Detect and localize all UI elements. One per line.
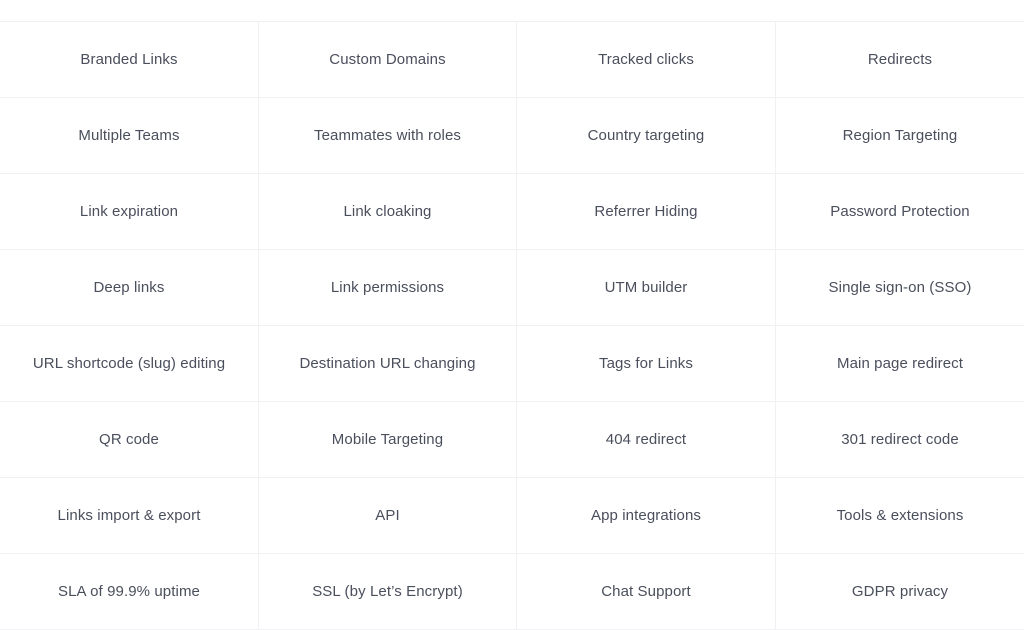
feature-cell: Branded Links: [0, 22, 259, 98]
feature-cell: SSL (by Let’s Encrypt): [259, 554, 517, 630]
feature-cell: Link expiration: [0, 174, 259, 250]
feature-label: Deep links: [93, 278, 165, 296]
feature-label: SLA of 99.9% uptime: [58, 582, 200, 600]
feature-cell: Tools & extensions: [776, 478, 1024, 554]
feature-label: QR code: [99, 430, 159, 448]
feature-label: Redirects: [867, 50, 933, 68]
feature-label: Branded Links: [80, 50, 178, 68]
feature-label: Chat Support: [601, 582, 691, 600]
feature-cell: Mobile Targeting: [259, 402, 517, 478]
feature-cell: Tags for Links: [517, 326, 776, 402]
feature-cell: SLA of 99.9% uptime: [0, 554, 259, 630]
feature-label: Main page redirect: [836, 354, 964, 372]
feature-label: Teammates with roles: [313, 126, 462, 144]
feature-cell: Custom Domains: [259, 22, 517, 98]
feature-label: SSL (by Let’s Encrypt): [312, 582, 463, 600]
feature-cell: Password Protection: [776, 174, 1024, 250]
feature-label: Link permissions: [330, 278, 445, 296]
feature-label: Single sign-on (SSO): [828, 278, 972, 296]
feature-label: Link cloaking: [343, 202, 432, 220]
feature-label: 301 redirect code: [841, 430, 959, 448]
feature-cell: 301 redirect code: [776, 402, 1024, 478]
feature-label: API: [375, 506, 400, 524]
feature-cell: QR code: [0, 402, 259, 478]
feature-cell: Multiple Teams: [0, 98, 259, 174]
feature-cell: Link permissions: [259, 250, 517, 326]
feature-label: Password Protection: [830, 202, 970, 220]
top-spacer: [0, 0, 1024, 21]
feature-cell: Teammates with roles: [259, 98, 517, 174]
feature-cell: API: [259, 478, 517, 554]
feature-label: Tools & extensions: [836, 506, 964, 524]
feature-label: Destination URL changing: [299, 354, 476, 372]
feature-label: App integrations: [590, 506, 701, 524]
feature-label: Custom Domains: [329, 50, 446, 68]
feature-label: Referrer Hiding: [594, 202, 698, 220]
feature-label: Tracked clicks: [598, 50, 694, 68]
features-page: Branded Links Custom Domains Tracked click…: [0, 0, 1024, 630]
feature-label: 404 redirect: [605, 430, 687, 448]
feature-cell: Link cloaking: [259, 174, 517, 250]
feature-cell: Region Targeting: [776, 98, 1024, 174]
feature-cell: Tracked clicks: [517, 22, 776, 98]
feature-cell: Country targeting: [517, 98, 776, 174]
feature-label: Multiple Teams: [78, 126, 180, 144]
feature-cell: Main page redirect: [776, 326, 1024, 402]
feature-cell: Referrer Hiding: [517, 174, 776, 250]
feature-label: Mobile Targeting: [331, 430, 444, 448]
feature-cell: GDPR privacy: [776, 554, 1024, 630]
feature-label: Tags for Links: [599, 354, 693, 372]
feature-label: GDPR privacy: [851, 582, 949, 600]
feature-cell: 404 redirect: [517, 402, 776, 478]
feature-cell: Deep links: [0, 250, 259, 326]
feature-cell: Single sign-on (SSO): [776, 250, 1024, 326]
feature-label: Links import & export: [57, 506, 201, 524]
feature-label: Region Targeting: [842, 126, 958, 144]
feature-label: UTM builder: [604, 278, 688, 296]
feature-cell: UTM builder: [517, 250, 776, 326]
feature-cell: URL shortcode (slug) editing: [0, 326, 259, 402]
feature-cell: App integrations: [517, 478, 776, 554]
feature-label: URL shortcode (slug) editing: [32, 354, 226, 372]
feature-cell: Chat Support: [517, 554, 776, 630]
feature-cell: Links import & export: [0, 478, 259, 554]
feature-cell: Redirects: [776, 22, 1024, 98]
feature-cell: Destination URL changing: [259, 326, 517, 402]
feature-label: Link expiration: [79, 202, 179, 220]
feature-grid: Branded Links Custom Domains Tracked click…: [0, 21, 1024, 630]
feature-label: Country targeting: [587, 126, 705, 144]
